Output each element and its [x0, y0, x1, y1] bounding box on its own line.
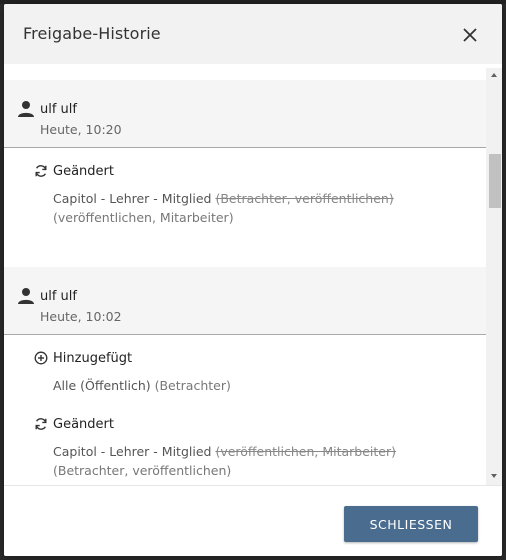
close-icon[interactable] [456, 21, 484, 49]
change-target: Alle (Öffentlich) [53, 378, 151, 393]
vertical-scrollbar[interactable] [486, 68, 502, 485]
user-icon [17, 287, 35, 305]
scrollbar-thumb[interactable] [489, 154, 501, 208]
history-change: Geändert Capitol - Lehrer - Mitglied (ve… [4, 413, 486, 480]
change-detail: Alle (Öffentlich) (Betrachter) [53, 376, 486, 395]
new-permissions: (Betrachter) [154, 378, 231, 393]
user-icon [17, 100, 35, 118]
change-type-label: Hinzugefügt [53, 351, 133, 366]
old-permissions: (Betrachter, veröffentlichen) [215, 191, 394, 206]
user-name: ulf ulf [40, 102, 77, 117]
new-permissions: (Betrachter, veröffentlichen) [53, 463, 232, 478]
change-type-label: Geändert [53, 417, 114, 432]
history-change: Geändert Capitol - Lehrer - Mitglied (Be… [4, 160, 486, 227]
change-target: Capitol - Lehrer - Mitglied [53, 444, 212, 459]
history-entry-header: ulf ulf Heute, 10:20 [4, 80, 486, 148]
change-detail: Capitol - Lehrer - Mitglied (veröffentli… [53, 442, 486, 480]
old-permissions: (veröffentlichen, Mitarbeiter) [215, 444, 397, 459]
dialog-title: Freigabe-Historie [23, 24, 161, 43]
entry-timestamp: Heute, 10:20 [40, 122, 122, 137]
refresh-icon [34, 163, 48, 177]
history-entry-header: ulf ulf Heute, 10:02 [4, 267, 486, 335]
scroll-down-arrow-icon[interactable] [491, 474, 497, 478]
entry-timestamp: Heute, 10:02 [40, 309, 122, 324]
new-permissions: (veröffentlichen, Mitarbeiter) [53, 210, 234, 225]
dialog-footer: SCHLIESSEN [4, 485, 502, 556]
change-type-label: Geändert [53, 164, 114, 179]
user-name: ulf ulf [40, 289, 77, 304]
scroll-up-arrow-icon[interactable] [491, 73, 497, 77]
dialog-header: Freigabe-Historie [4, 4, 502, 64]
plus-circle-icon [34, 350, 48, 365]
change-target: Capitol - Lehrer - Mitglied [53, 191, 212, 206]
change-detail: Capitol - Lehrer - Mitglied (Betrachter,… [53, 189, 486, 227]
close-dialog-button[interactable]: SCHLIESSEN [344, 506, 478, 542]
share-history-dialog: Freigabe-Historie ulf ulf Heute, 10:20 G… [4, 4, 502, 556]
history-change: Hinzugefügt Alle (Öffentlich) (Betrachte… [4, 347, 486, 395]
refresh-icon [34, 416, 48, 430]
history-list: ulf ulf Heute, 10:20 Geändert Capitol - … [4, 68, 486, 485]
